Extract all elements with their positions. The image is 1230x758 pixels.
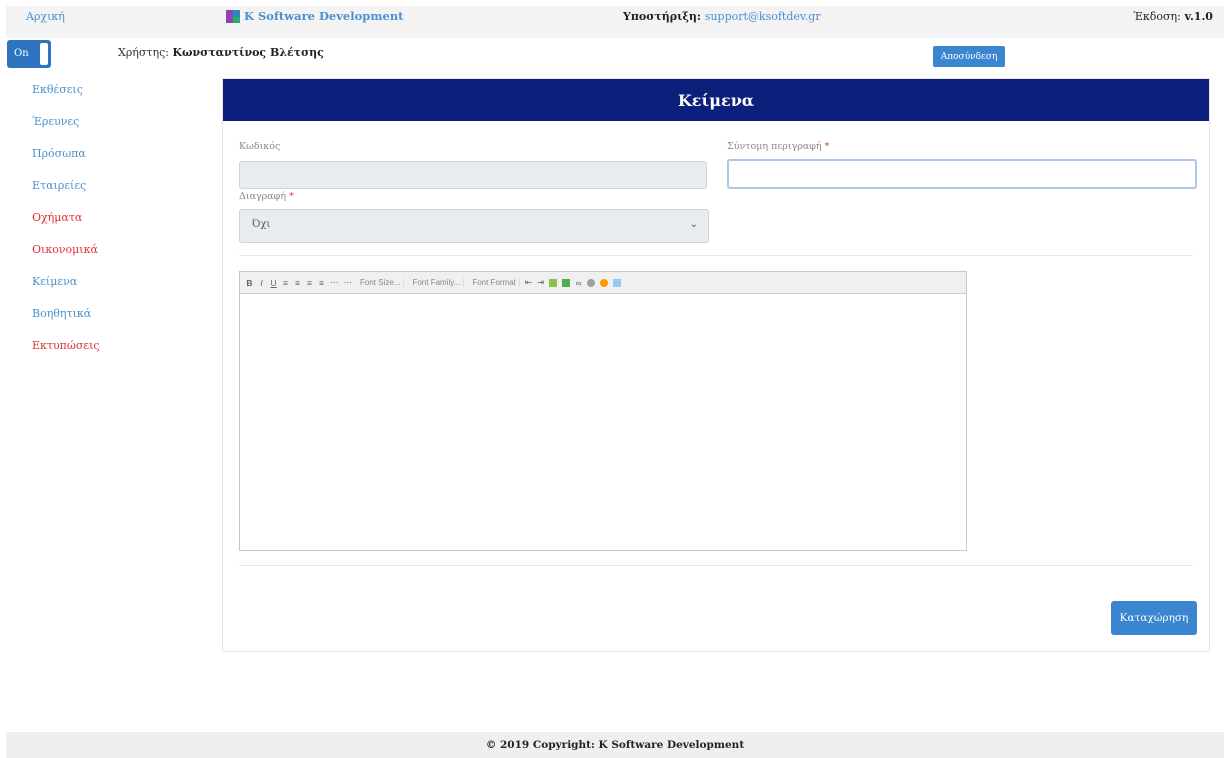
bold-icon[interactable]: B bbox=[246, 278, 253, 288]
brand-name: K Software Development bbox=[244, 9, 404, 23]
sidebar-item-financials[interactable]: Οικονομικά bbox=[32, 240, 182, 272]
outdent-icon[interactable]: ⇤ bbox=[525, 277, 532, 288]
rich-text-editor: B I U ≡ ≡ ≡ ≡ ⋯ ⋯ Font Size... Font Fami… bbox=[239, 271, 967, 551]
page-title: Κείμενα bbox=[677, 90, 755, 110]
font-format-select[interactable]: Font Format bbox=[469, 278, 520, 287]
align-left-icon[interactable]: ≡ bbox=[282, 278, 289, 288]
text-color-icon[interactable] bbox=[549, 278, 558, 287]
font-family-select[interactable]: Font Family... bbox=[409, 278, 465, 287]
card-header: Κείμενα bbox=[223, 79, 1209, 121]
editor-toolbar: B I U ≡ ≡ ≡ ≡ ⋯ ⋯ Font Size... Font Fami… bbox=[240, 272, 966, 294]
sidebar-toggle[interactable]: On bbox=[7, 40, 51, 68]
divider bbox=[239, 565, 1193, 566]
bullet-list-icon[interactable]: ⋯ bbox=[330, 277, 339, 288]
sidebar-item-companies[interactable]: Εταιρείες bbox=[32, 176, 182, 208]
font-size-select[interactable]: Font Size... bbox=[357, 278, 405, 287]
version-value: v.1.0 bbox=[1184, 10, 1213, 23]
user-label: Χρήστης: bbox=[118, 46, 169, 59]
numbered-list-icon[interactable]: ⋯ bbox=[344, 277, 353, 288]
highlight-icon[interactable] bbox=[562, 278, 571, 287]
link-icon[interactable]: ∞ bbox=[575, 278, 582, 288]
save-button[interactable]: Καταχώρηση bbox=[1111, 601, 1197, 635]
unlink-icon[interactable] bbox=[587, 278, 596, 287]
divider bbox=[239, 255, 1193, 256]
sidebar-item-texts[interactable]: Κείμενα bbox=[32, 272, 182, 304]
align-right-icon[interactable]: ≡ bbox=[306, 278, 313, 288]
logout-button[interactable]: Αποσύνδεση bbox=[933, 46, 1005, 67]
sidebar-item-investigations[interactable]: Έρευνες bbox=[32, 112, 182, 144]
emoticon-icon[interactable] bbox=[600, 278, 609, 287]
chevron-down-icon: ⌄ bbox=[689, 219, 698, 230]
short-description-input[interactable] bbox=[727, 159, 1197, 189]
sidebar-item-vehicles[interactable]: Οχήματα bbox=[32, 208, 182, 240]
home-link[interactable]: Αρχική bbox=[26, 10, 65, 23]
code-input[interactable] bbox=[239, 161, 707, 189]
required-mark: * bbox=[824, 141, 830, 152]
sidebar-item-persons[interactable]: Πρόσωπα bbox=[32, 144, 182, 176]
editor-content-area[interactable] bbox=[240, 295, 966, 550]
delete-label: Διαγραφή * bbox=[239, 191, 294, 202]
required-mark: * bbox=[289, 191, 294, 202]
sidebar-item-printouts[interactable]: Εκτυπώσεις bbox=[32, 336, 182, 368]
underline-icon[interactable]: U bbox=[270, 278, 277, 288]
support-email-link[interactable]: support@ksoftdev.gr bbox=[705, 10, 821, 23]
short-description-label: Σύντομη περιγραφή * bbox=[727, 141, 829, 152]
toggle-knob bbox=[40, 43, 48, 65]
delete-label-text: Διαγραφή bbox=[239, 191, 287, 202]
delete-select[interactable]: Όχι ⌄ bbox=[239, 209, 709, 243]
italic-icon[interactable]: I bbox=[258, 278, 265, 288]
toggle-label: On bbox=[14, 48, 29, 59]
sidebar-nav: Εκθέσεις Έρευνες Πρόσωπα Εταιρείες Οχήμα… bbox=[32, 80, 182, 368]
short-description-label-text: Σύντομη περιγραφή bbox=[727, 141, 822, 152]
texts-form-card: Κείμενα Κωδικός Σύντομη περιγραφή * Διαγ… bbox=[222, 78, 1210, 652]
image-icon[interactable] bbox=[613, 278, 622, 287]
sidebar-item-reports[interactable]: Εκθέσεις bbox=[32, 80, 182, 112]
indent-icon[interactable]: ⇥ bbox=[537, 277, 544, 288]
current-user: Χρήστης: Κωνσταντίνος Βλέτσης bbox=[118, 46, 324, 59]
code-label: Κωδικός bbox=[239, 141, 281, 152]
footer: © 2019 Copyright: K Software Development bbox=[6, 732, 1224, 758]
top-navbar bbox=[6, 6, 1224, 38]
brand-logo-icon bbox=[226, 9, 240, 23]
align-center-icon[interactable]: ≡ bbox=[294, 278, 301, 288]
align-justify-icon[interactable]: ≡ bbox=[318, 278, 325, 288]
sidebar-item-auxiliary[interactable]: Βοηθητικά bbox=[32, 304, 182, 336]
copyright-text: © 2019 Copyright: K Software Development bbox=[485, 739, 745, 751]
support-label: Υποστήριξη: bbox=[623, 10, 701, 23]
user-name: Κωνσταντίνος Βλέτσης bbox=[172, 46, 324, 59]
version-label: Έκδοση: bbox=[1133, 10, 1181, 23]
version-info: Έκδοση: v.1.0 bbox=[1133, 10, 1213, 23]
delete-select-value: Όχι bbox=[252, 219, 271, 230]
brand[interactable]: K Software Development bbox=[226, 9, 404, 23]
support-info: Υποστήριξη: support@ksoftdev.gr bbox=[623, 10, 821, 23]
